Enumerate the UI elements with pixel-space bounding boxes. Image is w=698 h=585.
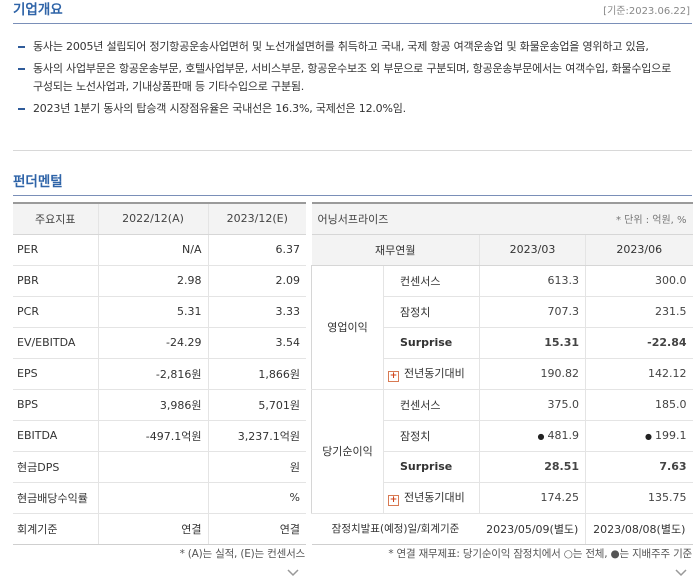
- overview-bullet: 동사는 2005년 설립되어 정기항공운송사업면허 및 노선개설면허를 취득하고…: [13, 38, 673, 56]
- table-row: 영업이익 컨센서스 613.3 300.0: [311, 265, 693, 390]
- table-row: 회계기준 연결 연결: [13, 513, 306, 545]
- dash-bullet-icon: [18, 108, 25, 110]
- fundamentals-footnote: * (A)는 실적, (E)는 컨센서스: [179, 548, 306, 560]
- company-overview-title: 기업개요: [13, 2, 63, 18]
- plus-box-icon[interactable]: +: [388, 371, 399, 382]
- surprise-value: -22.84: [584, 327, 693, 359]
- filled-dot-icon: ●: [645, 432, 653, 441]
- table-row: PCR 5.31 3.33: [13, 296, 306, 328]
- dash-bullet-icon: [18, 46, 25, 48]
- table-row: 당기순이익 컨센서스 375.0 185.0: [311, 389, 693, 514]
- overview-date: [기준:2023.06.22]: [603, 6, 690, 17]
- company-overview-header: 기업개요 [기준:2023.06.22]: [13, 0, 692, 24]
- col-header: 재무연월: [311, 234, 480, 266]
- fundamentals-table: 주요지표 2022/12(A) 2023/12(E) PER N/A 6.37 PB…: [13, 202, 306, 545]
- fundamentals-header: 펀더멘털: [13, 172, 692, 196]
- earnings-footnote: * 연결 재무제표: 당기순이익 잠정치에서 ○는 전체, ●는 지배주주 기준: [388, 548, 692, 560]
- table-row: BPS 3,986원 5,701원: [13, 389, 306, 421]
- surprise-value: 28.51: [479, 451, 586, 483]
- group-label-net-income: 당기순이익: [311, 389, 384, 514]
- surprise-value: 7.63: [584, 451, 693, 483]
- surprise-value: 15.31: [479, 327, 586, 359]
- filled-dot-icon: ●: [537, 432, 545, 441]
- chevron-down-icon[interactable]: [286, 566, 300, 580]
- earnings-title: 어닝서프라이즈: [311, 202, 480, 235]
- table-row: EPS -2,816원 1,866원: [13, 358, 306, 390]
- overview-bullet: 2023년 1분기 동사의 탑승객 시장점유율은 국내선은 16.3%, 국제선…: [13, 100, 673, 118]
- table-row: 현금배당수익률%: [13, 482, 306, 514]
- fundamentals-header-row: 주요지표 2022/12(A) 2023/12(E): [13, 202, 306, 235]
- overview-bullet: 동사의 사업부문은 항공운송부문, 호텔사업부문, 서비스부문, 항공운수보조 …: [13, 60, 673, 96]
- col-header: 2023/03: [479, 234, 586, 266]
- earnings-header-row: 재무연월 2023/03 2023/06: [311, 234, 693, 266]
- table-row: PER N/A 6.37: [13, 234, 306, 266]
- earnings-surprise-table: 어닝서프라이즈 * 단위 : 억원, % 재무연월 2023/03 2023/0…: [311, 202, 693, 545]
- dash-bullet-icon: [18, 68, 25, 70]
- unit-note: * 단위 : 억원, %: [479, 202, 693, 235]
- section-divider: [13, 150, 692, 151]
- table-row: 현금DPS 원: [13, 451, 306, 483]
- table-row: PBR 2.98 2.09: [13, 265, 306, 297]
- col-header: 2023/06: [584, 234, 693, 266]
- group-label-operating-income: 영업이익: [311, 265, 384, 390]
- col-header: 2022/12(A): [97, 202, 208, 235]
- table-row: EV/EBITDA -24.29 3.54: [13, 327, 306, 359]
- col-header: 주요지표: [13, 202, 98, 235]
- fundamentals-title: 펀더멘털: [13, 174, 63, 190]
- overview-bullets: 동사는 2005년 설립되어 정기항공운송사업면허 및 노선개설면허를 취득하고…: [13, 38, 673, 122]
- chevron-down-icon[interactable]: [674, 566, 688, 580]
- earnings-title-row: 어닝서프라이즈 * 단위 : 억원, %: [311, 202, 693, 235]
- plus-box-icon[interactable]: +: [388, 495, 399, 506]
- col-header: 2023/12(E): [207, 202, 306, 235]
- table-row: 잠정치발표(예정)일/회계기준 2023/05/09(별도) 2023/08/0…: [311, 513, 693, 545]
- table-row: EBITDA -497.1억원 3,237.1억원: [13, 420, 306, 452]
